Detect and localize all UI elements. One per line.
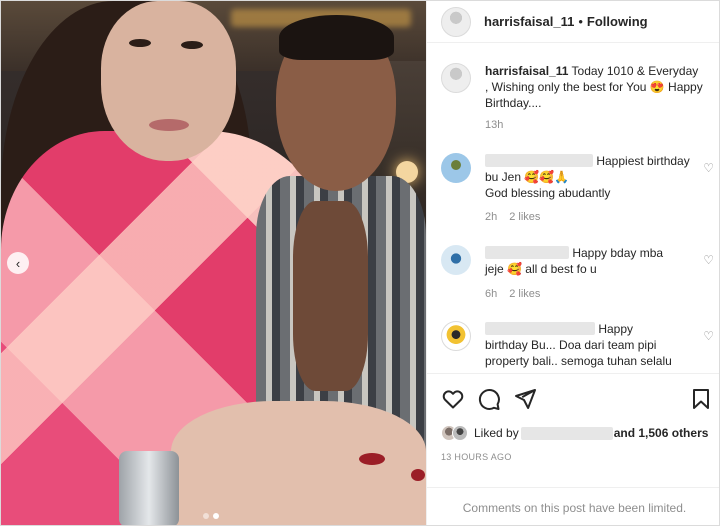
photo-nail bbox=[359, 453, 385, 465]
comment-avatar[interactable] bbox=[441, 321, 471, 351]
action-bar bbox=[427, 373, 719, 423]
comment-text: Happiest birthday bbox=[596, 154, 690, 168]
photo-nail bbox=[411, 469, 425, 481]
comments-limited-notice: Comments on this post have been limited. bbox=[427, 487, 719, 525]
comment-text: birthday Bu... Doa dari team pipi bbox=[485, 338, 657, 352]
likes-count[interactable]: and 1,506 others bbox=[614, 426, 709, 440]
caption-avatar[interactable] bbox=[441, 63, 471, 93]
chevron-left-icon: ‹ bbox=[15, 255, 21, 271]
redacted-username bbox=[485, 154, 593, 167]
comment-meta: 6h 2 likes bbox=[485, 288, 540, 300]
photo-man-chest bbox=[293, 201, 368, 391]
photo-man-hair bbox=[279, 15, 394, 60]
post-header: harrisfaisal_11 • Following bbox=[427, 1, 719, 43]
caption-meta: 13h bbox=[485, 119, 503, 131]
comment-text: Happy bday mba bbox=[572, 246, 664, 260]
heart-icon[interactable]: ♡ bbox=[703, 161, 714, 175]
comment-meta: 2h 2 likes bbox=[485, 211, 540, 223]
comment-list[interactable]: harrisfaisal_11 Today 1010 & Everyday , … bbox=[427, 43, 719, 373]
heart-icon[interactable] bbox=[441, 387, 465, 411]
list-item: Happy bday mba jeje 🥰 all d best fo u ♡ … bbox=[441, 245, 716, 305]
likes-summary[interactable]: Liked by and 1,506 others bbox=[441, 425, 708, 441]
redacted-username[interactable] bbox=[520, 426, 613, 440]
avatar[interactable] bbox=[441, 6, 471, 37]
list-item: Happy birthday Bu... Doa dari team pipi … bbox=[441, 321, 716, 373]
comment-body: Happy birthday Bu... Doa dari team pipi … bbox=[485, 321, 703, 369]
comment-text: property bali.. semoga tuhan selalu bbox=[485, 354, 672, 368]
comment-text: God blessing abudantly bbox=[485, 186, 611, 200]
carousel-dots bbox=[203, 513, 219, 519]
comment-text: Happy bbox=[598, 322, 634, 336]
photo-hands bbox=[171, 401, 426, 525]
heart-icon[interactable]: ♡ bbox=[703, 253, 714, 267]
comment-time: 6h bbox=[485, 288, 498, 300]
comment-likes[interactable]: 2 likes bbox=[509, 288, 540, 300]
post-side-panel: harrisfaisal_11 • Following harrisfaisal… bbox=[426, 1, 719, 525]
carousel-dot-active bbox=[213, 513, 219, 519]
following-button[interactable]: Following bbox=[587, 14, 648, 29]
comment-avatar[interactable] bbox=[441, 245, 471, 275]
photo-woman-lips bbox=[149, 119, 189, 131]
post-modal: ‹ harrisfaisal_11 • Following harrisfais… bbox=[0, 0, 720, 526]
post-photo[interactable]: ‹ bbox=[1, 1, 426, 525]
photo-woman-eye bbox=[129, 39, 151, 47]
carousel-dot bbox=[203, 513, 209, 519]
comment-body: Happy bday mba jeje 🥰 all d best fo u bbox=[485, 245, 703, 277]
caption-time: 13h bbox=[485, 119, 504, 131]
caption-body: harrisfaisal_11 Today 1010 & Everyday , … bbox=[485, 63, 703, 111]
comment-text: bu Jen 🥰🥰🙏 bbox=[485, 170, 570, 184]
likes-prefix: Liked by bbox=[474, 426, 519, 440]
post-timestamp: 13 HOURS AGO bbox=[441, 452, 512, 462]
comment-time: 2h bbox=[485, 211, 498, 223]
header-username[interactable]: harrisfaisal_11 bbox=[484, 14, 574, 29]
caption: harrisfaisal_11 Today 1010 & Everyday , … bbox=[441, 63, 716, 133]
bookmark-icon[interactable] bbox=[689, 387, 713, 411]
header-separator: • bbox=[578, 14, 583, 29]
comment-body: Happiest birthday bu Jen 🥰🥰🙏 God blessin… bbox=[485, 153, 703, 201]
photo-woman-face bbox=[101, 1, 236, 161]
caption-username[interactable]: harrisfaisal_11 bbox=[485, 64, 568, 78]
photo-woman-eye bbox=[181, 41, 203, 49]
comment-avatar[interactable] bbox=[441, 153, 471, 183]
heart-icon[interactable]: ♡ bbox=[703, 329, 714, 343]
redacted-username bbox=[485, 322, 595, 335]
list-item: Happiest birthday bu Jen 🥰🥰🙏 God blessin… bbox=[441, 153, 716, 223]
redacted-username bbox=[485, 246, 569, 259]
comment-text: jeje 🥰 all d best fo u bbox=[485, 262, 597, 276]
comment-icon[interactable] bbox=[477, 387, 501, 411]
comment-likes[interactable]: 2 likes bbox=[509, 211, 540, 223]
photo-watch bbox=[119, 451, 179, 525]
avatar bbox=[452, 425, 468, 441]
share-icon[interactable] bbox=[513, 387, 537, 411]
carousel-prev-button[interactable]: ‹ bbox=[7, 252, 29, 274]
